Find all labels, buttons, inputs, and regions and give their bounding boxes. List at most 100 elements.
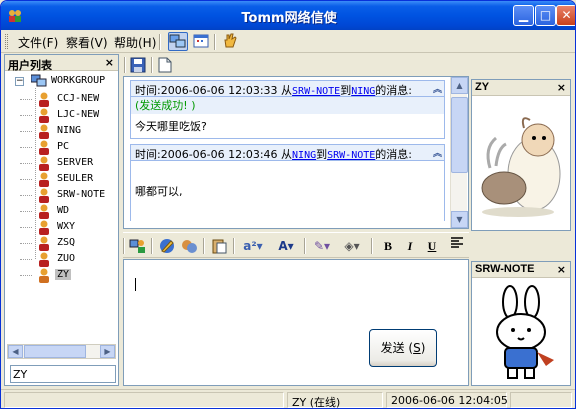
menu-bar: 文件(F) 察看(V) 帮助(H) — [1, 30, 575, 53]
align-left-icon[interactable] — [450, 236, 464, 253]
send-button[interactable]: 发送 (S) — [369, 329, 437, 367]
user-icon — [39, 188, 49, 203]
workgroup-icon — [31, 74, 47, 87]
hand-tool-button[interactable] — [221, 32, 241, 51]
sender-link[interactable]: SRW-NOTE — [292, 86, 340, 97]
user-tree: − WORKGROUP CCJ-NEW LJC-NEW NING PC SERV… — [5, 72, 118, 340]
user-list-panel: 用户列表 × − WORKGROUP CCJ-NEW LJC-NEW NING … — [4, 54, 119, 386]
toolbar-separator — [304, 238, 306, 254]
user-label: CCJ-NEW — [57, 93, 100, 104]
send-label-end: ) — [420, 341, 426, 355]
attach-icon[interactable] — [180, 237, 198, 255]
scroll-left-icon[interactable]: ◀ — [8, 345, 23, 358]
hscroll-thumb[interactable] — [24, 345, 86, 358]
minimize-button[interactable]: ▁ — [513, 5, 534, 26]
close-button[interactable]: ✕ — [556, 5, 575, 26]
message-1: 时间:2006-06-06 12:03:33 从SRW-NOTE到NING的消息… — [130, 80, 445, 139]
user-search-input[interactable] — [10, 365, 116, 383]
user-list-title: 用户列表 — [8, 59, 52, 72]
user-label: WXY — [57, 221, 76, 232]
user-icon — [39, 140, 49, 155]
user-icon — [39, 220, 49, 235]
tree-item-ljc-new[interactable]: LJC-NEW — [20, 108, 117, 123]
window-title: Tomm网络信使 — [241, 11, 337, 26]
menu-grip[interactable] — [5, 34, 8, 49]
maximize-icon: □ — [539, 8, 552, 22]
status-datetime: 2006-06-06 12:04:05 — [386, 392, 508, 408]
toolbar-separator — [233, 238, 235, 254]
user-icon — [39, 108, 49, 123]
vscroll-thumb[interactable] — [451, 97, 468, 173]
tree-item-zsq[interactable]: ZSQ — [20, 236, 117, 251]
tree-item-wd[interactable]: WD — [20, 204, 117, 219]
user-icon — [39, 124, 49, 139]
text-caret — [135, 278, 136, 291]
user-label: ZY — [55, 269, 72, 280]
fill-color-icon[interactable]: ◈▾ — [339, 237, 365, 255]
message-header: 时间:2006-06-06 12:03:46 从NING到SRW-NOTE的消息… — [131, 145, 444, 161]
toggle-user-list-button[interactable] — [168, 32, 188, 51]
main-window: Tomm网络信使 ▁ □ ✕ 文件(F) 察看(V) 帮助(H) 用户列表 × … — [0, 0, 576, 409]
chat-log[interactable]: 时间:2006-06-06 12:03:33 从SRW-NOTE到NING的消息… — [123, 76, 469, 229]
menu-view[interactable]: 察看(V) — [66, 34, 108, 51]
toolbar-separator — [159, 34, 161, 50]
minimize-icon: ▁ — [518, 8, 529, 22]
collapse-icon[interactable]: − — [15, 77, 24, 86]
user-label: ZUO — [57, 253, 76, 264]
user-list-close-button[interactable]: × — [105, 56, 114, 69]
scroll-up-icon[interactable]: ▲ — [451, 77, 468, 94]
calendar-icon — [193, 34, 209, 48]
user-list-header: 用户列表 × — [5, 55, 118, 72]
sender-link[interactable]: NING — [292, 150, 316, 161]
user-list-hscrollbar[interactable]: ◀ ▶ — [7, 344, 116, 359]
paste-icon[interactable] — [210, 237, 228, 255]
new-document-icon[interactable] — [158, 57, 172, 73]
tree-item-zy[interactable]: ZY — [20, 268, 117, 283]
title-bar[interactable]: Tomm网络信使 ▁ □ ✕ — [1, 1, 575, 30]
maximize-button[interactable]: □ — [535, 5, 556, 26]
user-icon — [39, 172, 49, 187]
menu-help[interactable]: 帮助(H) — [114, 34, 156, 51]
self-avatar-close-button[interactable]: × — [557, 263, 566, 276]
scroll-down-icon[interactable]: ▼ — [451, 211, 468, 228]
collapse-chevron-icon[interactable]: ︽ — [433, 82, 442, 95]
edit-icon[interactable] — [158, 237, 176, 255]
recipient-link[interactable]: SRW-NOTE — [327, 150, 375, 161]
tree-item-seuler[interactable]: SEULER — [20, 172, 117, 187]
tree-item-ning[interactable]: NING — [20, 124, 117, 139]
user-label: WD — [57, 205, 70, 216]
bold-icon[interactable]: B — [379, 237, 397, 255]
save-icon[interactable] — [130, 57, 146, 73]
tree-item-pc[interactable]: PC — [20, 140, 117, 155]
tree-item-wxy[interactable]: WXY — [20, 220, 117, 235]
italic-icon[interactable]: I — [401, 237, 419, 255]
scroll-right-icon[interactable]: ▶ — [100, 345, 115, 358]
highlight-icon[interactable]: ✎▾ — [309, 237, 335, 255]
calendar-button[interactable] — [192, 32, 212, 51]
tree-item-srw-note[interactable]: SRW-NOTE — [20, 188, 117, 203]
tree-item-zuo[interactable]: ZUO — [20, 252, 117, 267]
chat-log-vscrollbar[interactable]: ▲ ▼ — [450, 77, 468, 228]
workgroup-label: WORKGROUP — [51, 75, 106, 86]
status-cell-empty — [4, 392, 284, 408]
menu-file[interactable]: 文件(F) — [18, 34, 58, 51]
user-label: ZSQ — [57, 237, 76, 248]
message-suffix: 的消息: — [375, 84, 413, 97]
recipient-link[interactable]: NING — [351, 86, 375, 97]
user-label: SEULER — [57, 173, 94, 184]
rabbit-avatar-icon — [496, 285, 554, 379]
collapse-chevron-icon[interactable]: ︽ — [433, 146, 442, 159]
font-color-icon[interactable]: A▾ — [273, 237, 299, 255]
peer-avatar-panel: ZY × — [471, 79, 571, 231]
message-composer[interactable]: 发送 (S) — [123, 259, 469, 386]
close-icon: ✕ — [561, 8, 572, 22]
underline-icon[interactable]: U — [423, 237, 441, 255]
send-label: 发送 ( — [380, 341, 414, 355]
tree-item-ccj-new[interactable]: CCJ-NEW — [20, 92, 117, 107]
contacts-icon[interactable] — [129, 237, 147, 255]
tree-item-server[interactable]: SERVER — [20, 156, 117, 171]
font-size-icon[interactable]: a²▾ — [239, 237, 267, 255]
user-icon — [39, 252, 49, 267]
user-icon — [39, 92, 49, 107]
peer-avatar-close-button[interactable]: × — [557, 81, 566, 94]
